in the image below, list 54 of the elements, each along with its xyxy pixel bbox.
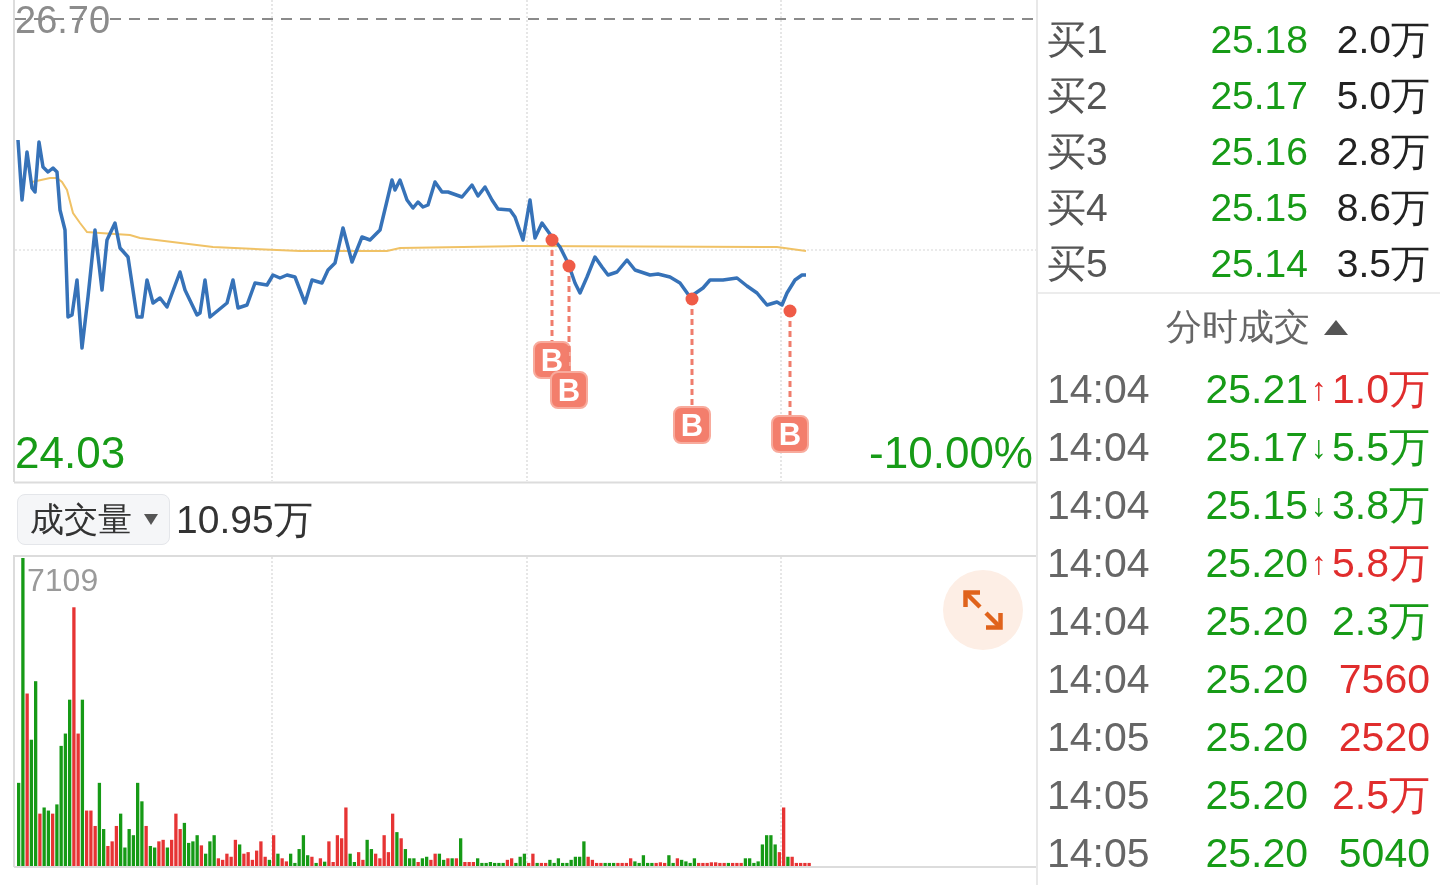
trade-time: 14:04 [1047,597,1151,645]
trade-price: 25.20 [1204,655,1308,703]
trade-time: 14:04 [1047,539,1151,587]
trade-direction-arrow: ↑ [1311,546,1327,580]
trade-price: 25.20 [1204,539,1308,587]
trade-direction-arrow: ↑ [1311,372,1327,406]
trade-time: 14:04 [1047,655,1151,703]
trade-time: 14:04 [1047,481,1151,529]
bid-volume: 5.0万 [1335,73,1430,119]
price-axis-label: 26.70 [15,0,111,40]
bid-price: 25.15 [1209,186,1308,230]
trade-price: 25.20 [1204,597,1308,645]
trade-price: 25.20 [1204,829,1308,877]
bid-price: 25.14 [1209,242,1308,286]
trade-time: 14:04 [1047,423,1151,471]
bid-level-label: 买1 [1047,17,1109,63]
trade-volume: 2.3万 [1331,596,1430,646]
change-axis-label: -10.00% [869,430,1033,476]
caret-up-icon [1324,319,1348,335]
trade-time: 14:05 [1047,829,1151,877]
trade-volume: 2.5万 [1331,770,1430,820]
trade-price: 25.15 [1204,481,1308,529]
trade-volume: 5.5万 [1331,422,1430,472]
trade-price: 25.20 [1204,713,1308,761]
volume-total: 10.95万 [176,496,313,543]
bid-level-label: 买4 [1047,185,1109,231]
trade-price: 25.17 [1204,423,1308,471]
trade-price: 25.21 [1204,365,1308,413]
trade-direction-arrow: ↓ [1311,488,1327,522]
trade-volume: 1.0万 [1331,364,1430,414]
bid-volume: 8.6万 [1335,185,1430,231]
caret-down-icon [144,514,158,525]
trade-time: 14:04 [1047,365,1151,413]
expand-icon [963,590,1003,630]
bid-level-label: 买3 [1047,129,1109,175]
price-axis-label: 24.03 [15,430,126,476]
trade-volume: 7560 [1337,655,1430,703]
bid-level-label: 买2 [1047,73,1109,119]
trade-volume: 5.8万 [1331,538,1430,588]
trade-direction-arrow: ↓ [1311,430,1327,464]
bid-price: 25.17 [1209,74,1308,118]
bid-price: 25.16 [1209,130,1308,174]
bid-volume: 2.0万 [1335,17,1430,63]
bid-level-label: 买5 [1047,241,1109,287]
indicator-dropdown[interactable]: 成交量 [17,494,170,545]
trade-volume: 2520 [1337,713,1430,761]
bid-price: 25.18 [1209,18,1308,62]
trade-time: 14:05 [1047,713,1151,761]
trade-time: 14:05 [1047,771,1151,819]
bid-volume: 2.8万 [1335,129,1430,175]
trade-volume: 3.8万 [1331,480,1430,530]
trade-volume: 5040 [1337,829,1430,877]
bid-volume: 3.5万 [1335,241,1430,287]
trade-price: 25.20 [1204,771,1308,819]
